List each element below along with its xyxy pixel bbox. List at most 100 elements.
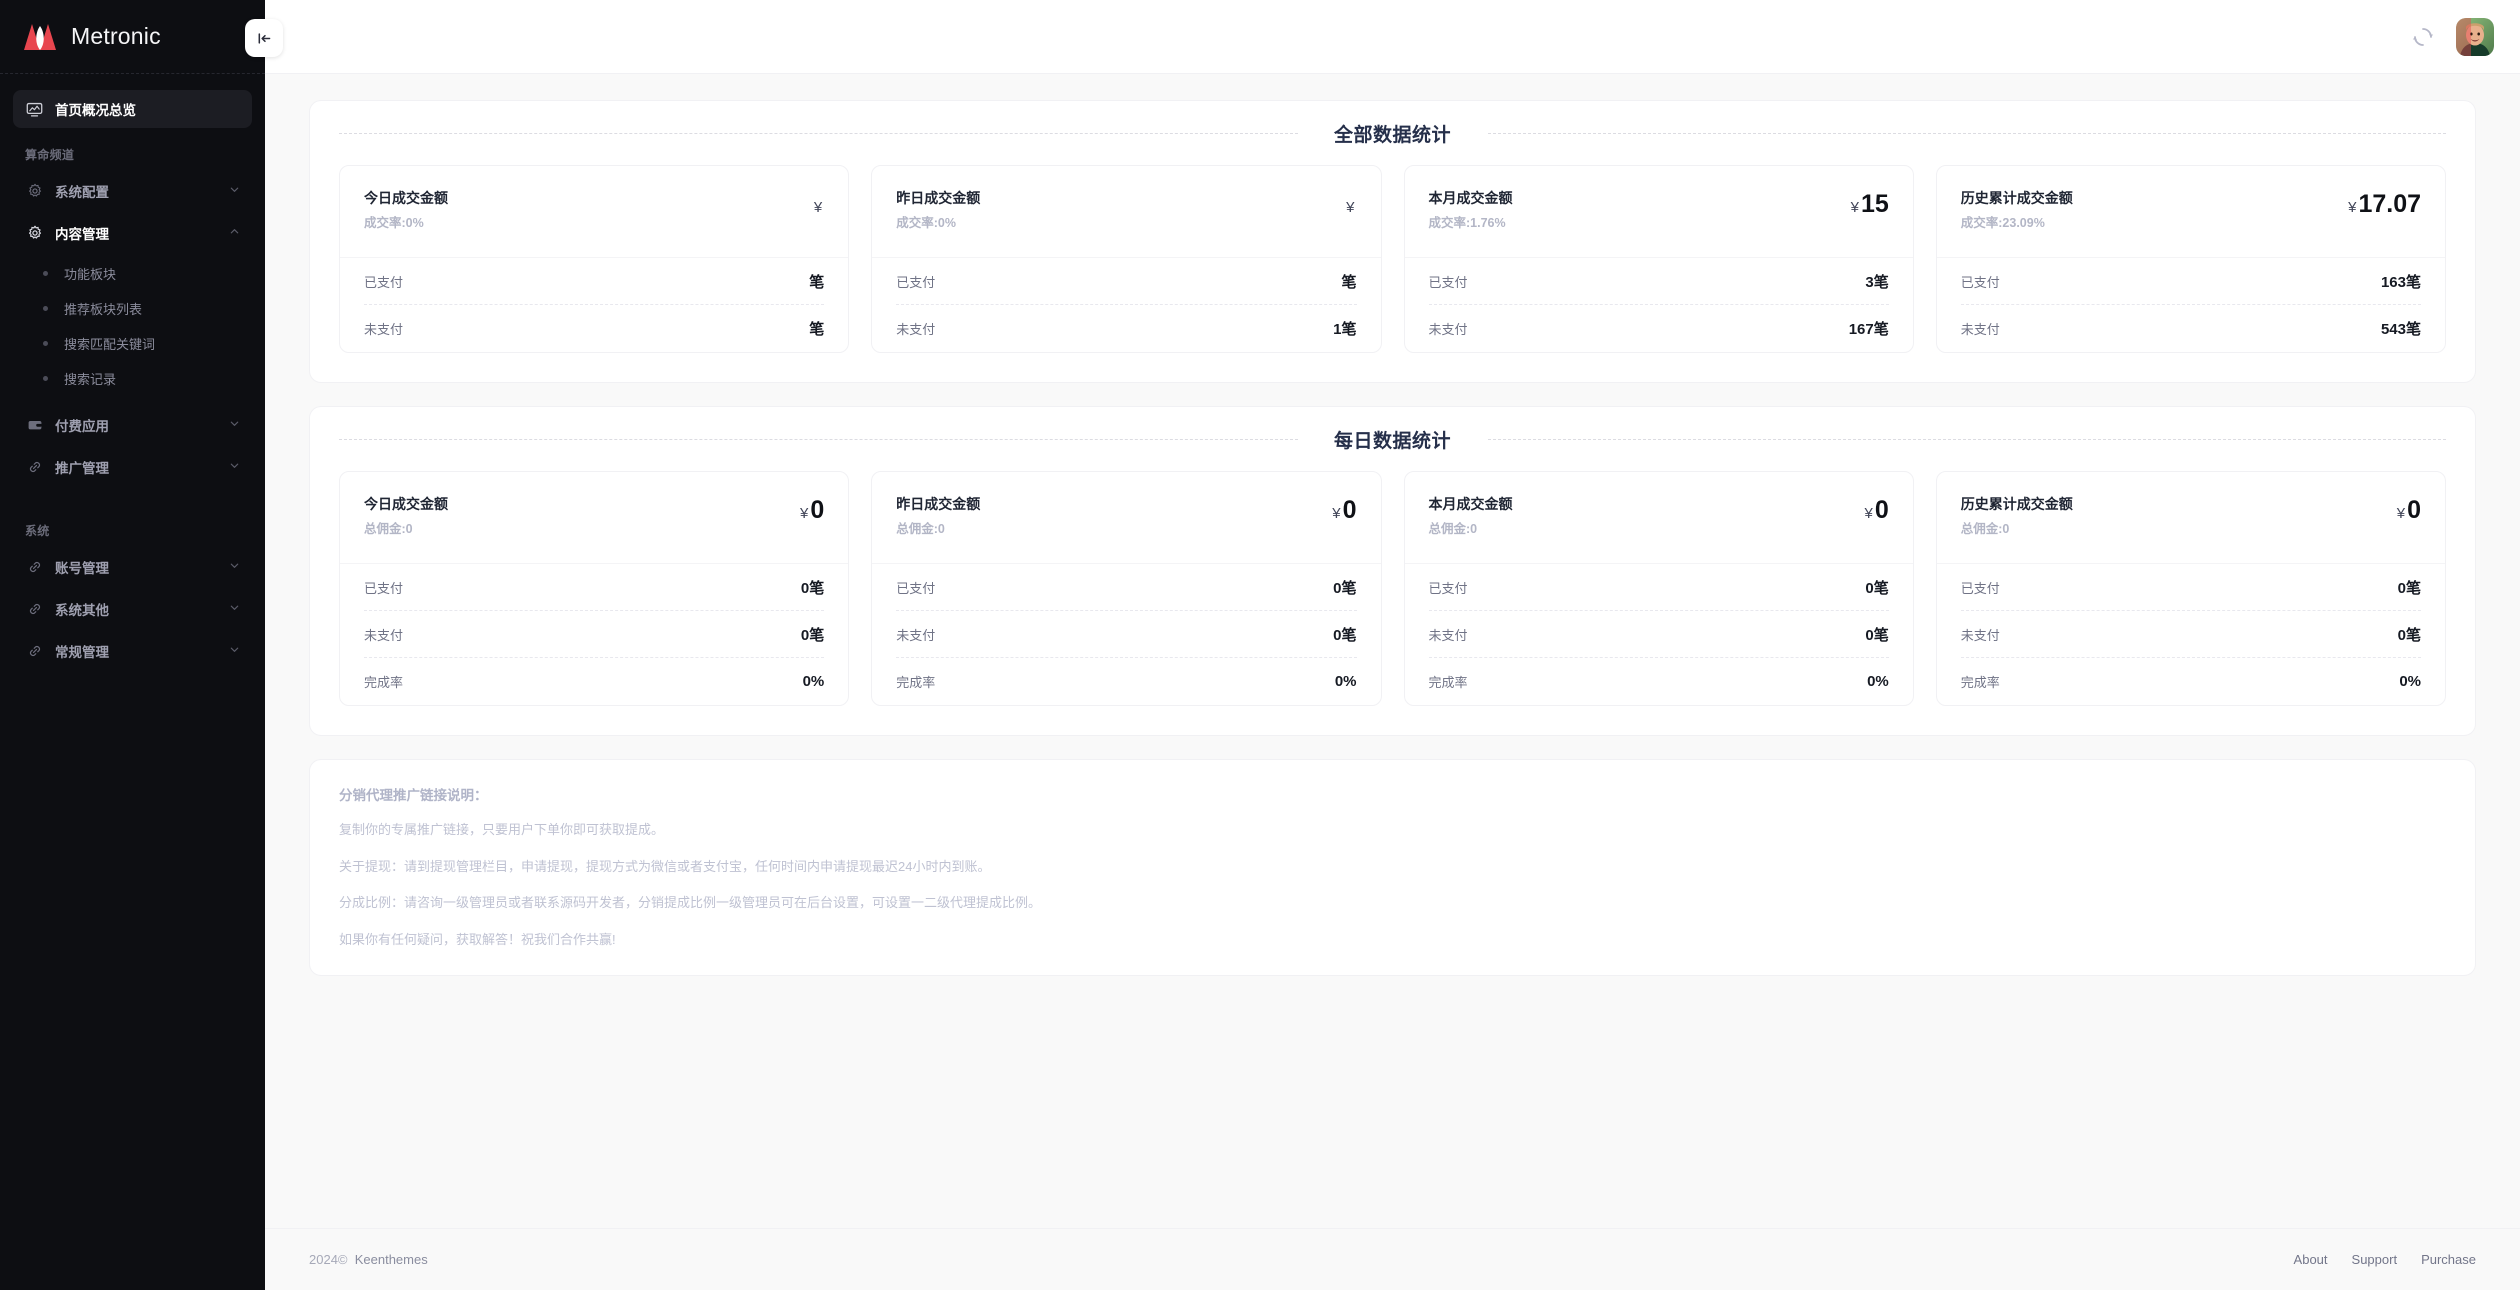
sidebar-collapse-button[interactable] [245, 19, 283, 57]
amount-value: 17.07 [2358, 190, 2421, 218]
stat-row-label: 已支付 [364, 274, 404, 290]
notice-line: 如果你有任何疑问，获取解答！祝我们合作共赢! [339, 931, 616, 947]
amount-value: 0 [1874, 496, 1889, 524]
sidebar-nav: 首页概况总览 算命频道 系统配置 内容管理 功能板块 推荐板块列表 搜索匹配关键… [0, 74, 265, 1290]
stat-card: 本月成交金额 总佣金:0 ¥0 已支付 0笔 未支付 0笔 完成率 0% [1403, 471, 1914, 706]
chevron-down-icon [229, 644, 240, 658]
link-icon [25, 458, 44, 477]
stat-card-subtitle: 总佣金:0 [364, 522, 413, 536]
footer: 2024© Keenthemes About Support Purchase [265, 1228, 2520, 1290]
stat-row-value: 笔 [1341, 273, 1357, 291]
stat-row-value: 0笔 [1865, 626, 1889, 644]
stat-card-rows: 已支付 163笔 未支付 543笔 [1937, 258, 2445, 352]
sidebar-item-account-management[interactable]: 账号管理 [13, 548, 252, 586]
sidebar-item-general-management[interactable]: 常规管理 [13, 632, 252, 670]
sidebar-subitem-search-records[interactable]: 搜索记录 [13, 361, 252, 396]
sidebar-subitem-recommend-list[interactable]: 推荐板块列表 [13, 291, 252, 326]
currency-symbol: ¥ [813, 199, 823, 216]
sidebar-subitem-label: 推荐板块列表 [64, 302, 143, 317]
stat-row-value: 笔 [809, 321, 825, 338]
amount-value: 15 [1860, 190, 1889, 218]
sidebar-heading-system: 系统 [25, 524, 50, 538]
sidebar-item-dashboard[interactable]: 首页概况总览 [13, 90, 252, 128]
stat-row-value: 3笔 [1865, 273, 1889, 291]
stat-row: 未支付 1笔 [896, 305, 1356, 352]
stat-row-label: 已支付 [896, 274, 936, 290]
wallet-icon [25, 416, 44, 435]
stat-row-label: 未支付 [1428, 627, 1468, 643]
sidebar-item-system-other[interactable]: 系统其他 [13, 590, 252, 628]
sidebar-item-system-config[interactable]: 系统配置 [13, 172, 252, 210]
currency-symbol: ¥ [800, 505, 809, 522]
stat-card-subtitle: 成交率:0% [364, 216, 424, 230]
stat-card-head: 历史累计成交金额 总佣金:0 ¥0 [1936, 472, 2445, 564]
stat-row-value: 0笔 [2397, 626, 2421, 644]
stat-row-label: 未支付 [896, 627, 936, 643]
sidebar-subitem-label: 功能板块 [64, 267, 117, 282]
monitor-icon [25, 100, 44, 119]
stat-row-value: 167笔 [1848, 321, 1889, 338]
stat-card-head: 今日成交金额 成交率:0% ¥ [340, 166, 849, 258]
stat-row: 已支付 0笔 [364, 564, 825, 611]
footer-link-about[interactable]: About [2294, 1252, 2328, 1267]
amount-value: 0 [1342, 496, 1357, 524]
stat-card-head: 本月成交金额 成交率:1.76% ¥15 [1404, 166, 1913, 258]
stat-card-rows: 已支付 0笔 未支付 0笔 完成率 0% [1937, 564, 2445, 705]
stat-card-title: 历史累计成交金额 [1960, 496, 2073, 512]
stat-card-amount: ¥0 [1865, 494, 1889, 525]
footer-link-support[interactable]: Support [2352, 1252, 2398, 1267]
sidebar-heading-channel: 算命频道 [25, 148, 75, 162]
page-content: 全部数据统计 今日成交金额 成交率:0% ¥ 已支付 笔 未支付 笔 昨日成交金… [265, 74, 2520, 1228]
sidebar-subitem-function-module[interactable]: 功能板块 [13, 256, 252, 291]
stat-row-value: 163笔 [2380, 273, 2421, 291]
app-root: Metronic 首页概况总览 算命频道 系统配置 内容管理 功能板块 推荐板块… [0, 0, 2520, 1290]
sidebar-item-promotion-management[interactable]: 推广管理 [13, 448, 252, 486]
stat-row: 完成率 0% [896, 658, 1356, 705]
stat-card-head: 本月成交金额 总佣金:0 ¥0 [1404, 472, 1913, 564]
stat-card-title: 本月成交金额 [1428, 190, 1513, 206]
stat-card-subtitle: 成交率:1.76% [1428, 216, 1506, 230]
stat-card-rows: 已支付 0笔 未支付 0笔 完成率 0% [872, 564, 1380, 705]
sidebar-subitem-search-keywords[interactable]: 搜索匹配关键词 [13, 326, 252, 361]
sidebar-item-content-management[interactable]: 内容管理 [13, 214, 252, 252]
currency-symbol: ¥ [1346, 199, 1355, 216]
panel-title: 每日数据统计 [1317, 425, 1467, 453]
stat-row-value: 0% [1867, 673, 1889, 690]
notice-line: 复制你的专属推广链接，只要用户下单你即可获取提成。 [339, 822, 665, 837]
stat-row-label: 已支付 [1428, 274, 1468, 290]
stat-card: 今日成交金额 成交率:0% ¥ 已支付 笔 未支付 笔 [339, 165, 850, 353]
bullet-icon [43, 306, 48, 311]
brand[interactable]: Metronic [0, 0, 265, 74]
stat-row-label: 未支付 [364, 627, 404, 643]
stat-card: 历史累计成交金额 成交率:23.09% ¥17.07 已支付 163笔 未支付 … [1935, 165, 2446, 353]
avatar[interactable] [2456, 17, 2494, 56]
stat-row-label: 未支付 [1960, 322, 2000, 337]
stat-row: 完成率 0% [1961, 658, 2421, 705]
footer-link-purchase[interactable]: Purchase [2421, 1252, 2476, 1267]
stat-row-value: 0笔 [2397, 579, 2421, 597]
stat-row-label: 完成率 [1428, 675, 1468, 690]
currency-symbol: ¥ [2396, 505, 2406, 522]
sidebar-item-paid-apps[interactable]: 付费应用 [13, 406, 252, 444]
stat-row-value: 0% [2399, 673, 2421, 690]
loading-spinner-icon[interactable] [2412, 26, 2434, 48]
sidebar-item-label: 常规管理 [55, 645, 109, 660]
stat-card-title: 昨日成交金额 [896, 496, 981, 512]
panel-daily-stats: 每日数据统计 今日成交金额 总佣金:0 ¥0 已支付 0笔 未支付 0笔 完成率… [309, 406, 2476, 736]
chevron-down-icon [229, 418, 240, 432]
footer-year: 2024© [309, 1252, 348, 1267]
stat-row: 已支付 0笔 [1960, 564, 2421, 611]
stat-card-rows: 已支付 笔 未支付 1笔 [872, 258, 1380, 352]
stat-row-value: 0笔 [1865, 579, 1889, 597]
stat-row-value: 笔 [809, 273, 825, 291]
stat-card-amount: ¥ [1346, 188, 1356, 219]
stat-card-rows: 已支付 笔 未支付 笔 [340, 258, 848, 352]
stat-row: 未支付 167笔 [1429, 305, 1889, 352]
chevron-down-icon [229, 460, 240, 474]
stat-card-rows: 已支付 0笔 未支付 0笔 完成率 0% [1405, 564, 1913, 705]
sidebar-item-label: 推广管理 [55, 461, 109, 476]
notice-title: 分销代理推广链接说明： [339, 788, 488, 803]
stat-card-head: 今日成交金额 总佣金:0 ¥0 [340, 472, 849, 564]
gear-icon [25, 224, 44, 243]
chevron-down-icon [229, 184, 240, 198]
